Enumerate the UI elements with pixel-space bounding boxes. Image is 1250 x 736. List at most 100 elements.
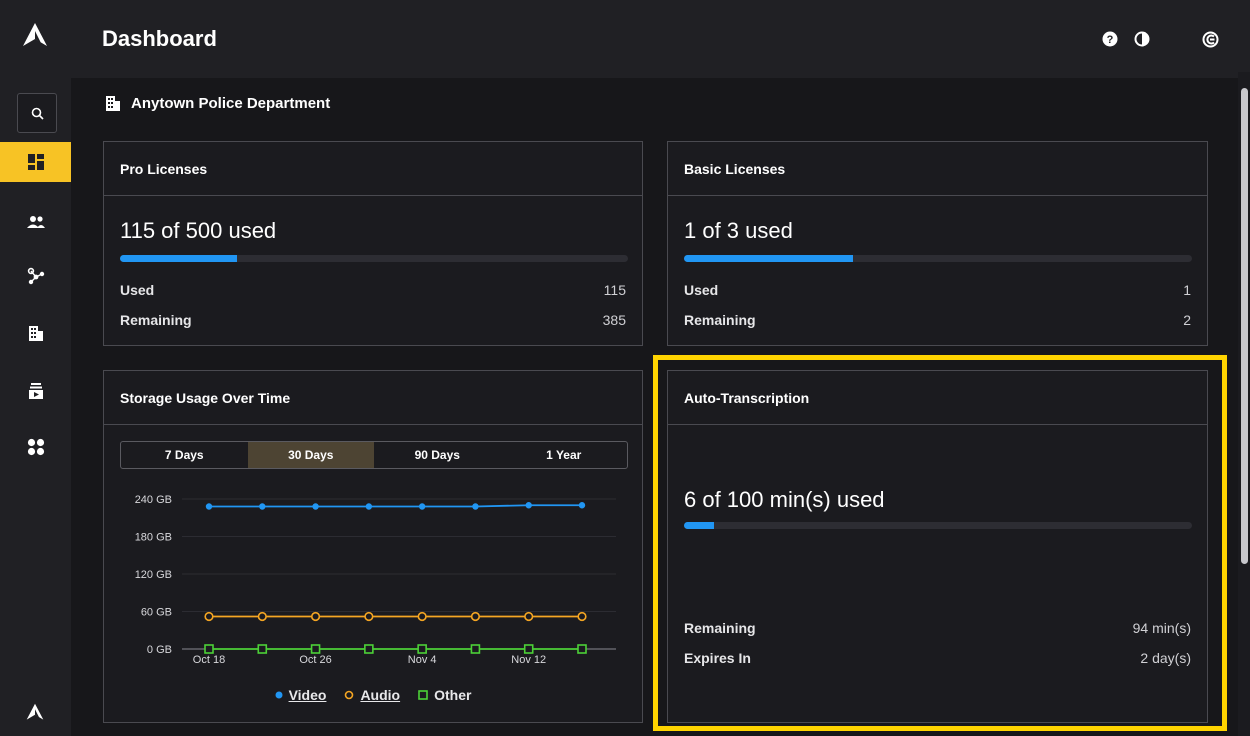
- account-button[interactable]: [1200, 29, 1220, 49]
- data-point: [312, 503, 319, 510]
- sidebar-item-integrations[interactable]: [0, 256, 71, 296]
- basic-licenses-summary: 1 of 3 used: [684, 218, 793, 243]
- apps-icon: [27, 438, 44, 456]
- storage-usage-card: Storage Usage Over Time 7 Days 30 Days 9…: [103, 370, 643, 723]
- range-30-days[interactable]: 30 Days: [247, 442, 374, 468]
- x-tick-label: Nov 4: [408, 654, 437, 666]
- data-point: [472, 503, 479, 510]
- data-point: [524, 611, 534, 622]
- basic-licenses-card: Basic Licenses 1 of 3 used Used 1 Remain…: [667, 141, 1208, 346]
- legend-label: Other: [434, 687, 472, 703]
- x-tick-label: Nov 12: [511, 654, 546, 666]
- legend-marker-audio: [345, 690, 354, 700]
- remaining-row: Remaining 385: [120, 312, 626, 328]
- card-title: Basic Licenses: [668, 142, 1207, 196]
- legend-label: Video: [288, 687, 327, 703]
- x-tick-label: Oct 26: [299, 654, 331, 666]
- range-1-year[interactable]: 1 Year: [501, 442, 628, 468]
- remaining-value: 385: [602, 312, 626, 328]
- legend-marker-other: [418, 690, 428, 700]
- pro-licenses-progress: [120, 255, 628, 262]
- legend-item-other[interactable]: Other: [418, 687, 471, 703]
- data-point: [578, 502, 586, 509]
- sidebar-item-devices[interactable]: [0, 371, 71, 411]
- highlight-frame: [653, 355, 1227, 731]
- app: Dashboard ? Anytown Police Department Pr…: [0, 0, 1250, 736]
- data-point: [470, 644, 481, 654]
- used-value: 115: [603, 282, 626, 298]
- devices-icon: [28, 383, 43, 399]
- data-point: [417, 644, 427, 654]
- sidebar: [0, 0, 71, 736]
- y-tick-label: 120 GB: [135, 569, 172, 581]
- storage-line-chart: 0 GB 60 GB 120 GB 180 GB 240 GB Oct 18 Oct 26 N…: [135, 494, 616, 666]
- data-point: [523, 644, 534, 654]
- used-value: 1: [1183, 282, 1191, 298]
- sidebar-item-apps[interactable]: [0, 427, 71, 467]
- data-point: [259, 503, 266, 510]
- data-point: [418, 503, 426, 510]
- range-90-days[interactable]: 90 Days: [374, 442, 501, 468]
- help-icon: ?: [1102, 31, 1118, 47]
- scrollbar-thumb[interactable]: [1241, 88, 1248, 564]
- contrast-icon: [1134, 31, 1150, 47]
- used-row: Used 115: [120, 282, 626, 298]
- data-point: [577, 644, 587, 654]
- progress-fill: [120, 255, 237, 262]
- basic-licenses-progress: [684, 255, 1192, 262]
- pro-licenses-card: Pro Licenses 115 of 500 used Used 115 Re…: [103, 141, 643, 346]
- card-title: Storage Usage Over Time: [104, 371, 642, 425]
- sidebar-item-dashboard[interactable]: [0, 142, 71, 182]
- y-tick-label: 0 GB: [147, 644, 172, 656]
- time-range-selector: 7 Days 30 Days 90 Days 1 Year: [120, 441, 628, 469]
- sidebar-item-agency[interactable]: [0, 313, 71, 353]
- agency-icon: [28, 326, 43, 341]
- legend-item-audio[interactable]: Audio: [344, 687, 400, 703]
- top-header: Dashboard ?: [71, 0, 1250, 78]
- integrations-icon: [27, 267, 44, 285]
- data-point: [257, 611, 267, 622]
- y-tick-label: 240 GB: [135, 494, 172, 506]
- legend-marker-video: [275, 691, 283, 699]
- range-7-days[interactable]: 7 Days: [121, 442, 248, 468]
- data-point: [577, 611, 587, 622]
- data-point: [257, 644, 268, 654]
- users-icon: [26, 216, 45, 228]
- y-tick-label: 180 GB: [135, 532, 172, 544]
- page-title: Dashboard: [102, 26, 217, 51]
- data-point: [470, 611, 481, 622]
- account-icon: [1202, 31, 1218, 47]
- data-point: [204, 644, 214, 654]
- organization-name: Anytown Police Department: [131, 94, 331, 112]
- help-button[interactable]: ?: [1100, 29, 1120, 49]
- sidebar-search-button[interactable]: [17, 93, 57, 133]
- data-point: [310, 644, 321, 654]
- remaining-value: 2: [1183, 312, 1191, 328]
- data-point: [364, 644, 374, 654]
- card-title: Pro Licenses: [104, 142, 642, 196]
- theme-toggle-button[interactable]: [1132, 29, 1152, 49]
- data-point: [205, 503, 213, 510]
- legend-item-video[interactable]: Video: [275, 687, 327, 703]
- used-label: Used: [120, 282, 155, 298]
- y-tick-label: 60 GB: [141, 607, 172, 619]
- data-point: [365, 503, 373, 510]
- data-point: [525, 502, 532, 509]
- remaining-row: Remaining 2: [684, 312, 1191, 328]
- data-point: [204, 611, 214, 622]
- legend-label: Audio: [360, 687, 401, 703]
- search-icon: [31, 107, 44, 120]
- dashboard-icon: [27, 154, 44, 170]
- organization-heading: Anytown Police Department: [105, 94, 330, 112]
- data-point: [310, 611, 321, 622]
- pro-licenses-summary: 115 of 500 used: [120, 218, 277, 243]
- used-label: Used: [684, 282, 719, 298]
- remaining-label: Remaining: [684, 312, 756, 328]
- svg-text:?: ?: [1107, 34, 1114, 46]
- sidebar-item-users[interactable]: [0, 202, 71, 242]
- data-point: [364, 611, 374, 622]
- x-tick-label: Oct 18: [193, 654, 225, 666]
- logo-icon[interactable]: [22, 22, 48, 48]
- agency-icon: [106, 96, 120, 111]
- data-point: [417, 611, 427, 622]
